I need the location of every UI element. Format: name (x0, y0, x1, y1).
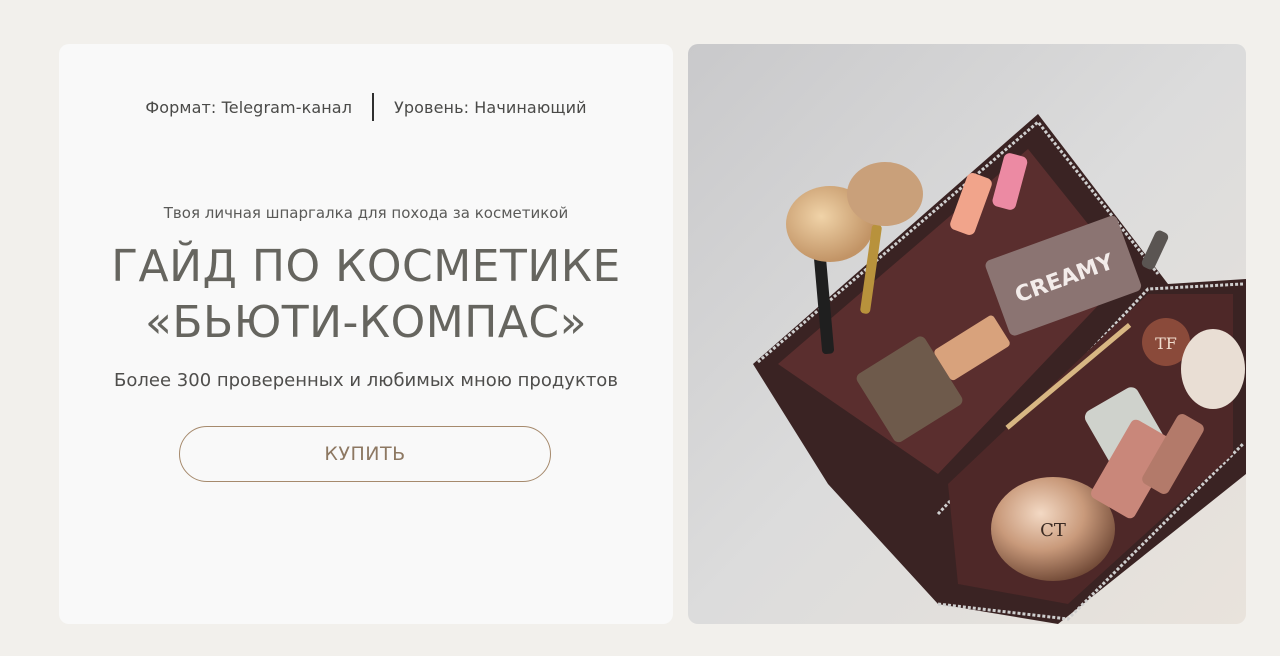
hero-subtitle: Твоя личная шпаргалка для похода за косм… (163, 204, 569, 222)
format-label: Формат: Telegram-канал (145, 97, 353, 117)
gold-compact-label: CT (1040, 520, 1066, 541)
jar-product-label: TF (1155, 334, 1177, 353)
product-photo: CREAMY TF CT (688, 44, 1246, 624)
hero-title-line-1: ГАЙД ПО КОСМЕТИКЕ (111, 241, 621, 292)
meta-divider (372, 93, 375, 121)
buy-button[interactable]: КУПИТЬ (179, 426, 551, 482)
brush-head-2 (847, 162, 923, 226)
hero-description: Более 300 проверенных и любимых мною про… (114, 370, 618, 391)
hero-title: ГАЙД ПО КОСМЕТИКЕ «БЬЮТИ-КОМПАС» (59, 239, 673, 351)
product-card: Формат: Telegram-канал Уровень: Начинающ… (59, 44, 673, 624)
level-label: Уровень: Начинающий (394, 97, 587, 117)
meta-row: Формат: Telegram-канал Уровень: Начинающ… (59, 93, 673, 121)
cosmetics-bag-image: CREAMY TF CT (688, 44, 1246, 624)
hero-title-line-2: «БЬЮТИ-КОМПАС» (144, 297, 588, 348)
cream-egg (1181, 329, 1245, 409)
